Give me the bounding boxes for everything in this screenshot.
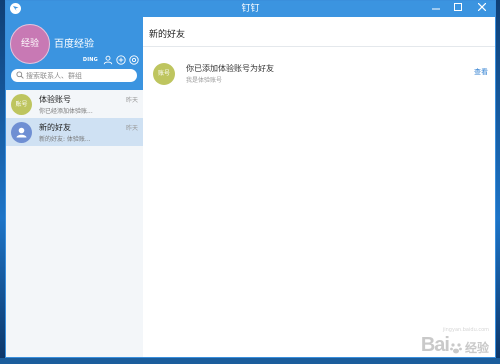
watermark-url: jingyan.baidu.com [442,327,489,333]
desktop-background-right [496,0,500,364]
add-icon[interactable] [116,55,126,65]
conversation-item-new-friends[interactable]: 新的好友 新的好友: 体验账... 昨天 [6,118,143,146]
conversation-preview: 你已经添加体验账... [39,108,93,115]
app-window: 钉钉 经验 百度经验 DING 搜索联系人、群组 账号 体验账号 你已经添加体验… [5,0,496,358]
search-box[interactable] [11,69,137,82]
new-friends-avatar [11,122,32,143]
profile-avatar[interactable]: 经验 [10,24,50,64]
window-title: 钉钉 [241,4,260,14]
title-bar[interactable]: 钉钉 [6,1,495,17]
settings-gear-icon[interactable] [129,55,139,65]
profile-name: 百度经验 [54,39,94,50]
sidebar: 经验 百度经验 DING 搜索联系人、群组 账号 体验账号 你已经添加体验账..… [6,17,144,357]
paw-icon [450,343,462,354]
conversation-name: 体验账号 [39,95,71,104]
search-input[interactable] [26,69,131,82]
watermark-brand: Bai [420,334,450,356]
profile-header: 经验 百度经验 DING [6,17,143,90]
conversation-item-tiyan[interactable]: 账号 体验账号 你已经添加体验账... 昨天 [6,90,143,118]
minimize-icon[interactable] [425,1,447,17]
conversation-avatar: 账号 [11,94,32,115]
conversation-time: 昨天 [125,97,138,104]
quick-actions: DING [83,54,139,66]
ding-button[interactable]: DING [83,57,98,63]
conversation-time: 昨天 [125,125,138,132]
contacts-icon[interactable] [103,55,113,65]
page-title: 新的好友 [149,30,186,40]
close-icon[interactable] [469,1,495,17]
baidu-jingyan-watermark: Bai 经验 jingyan.baidu.com [420,327,489,356]
friend-avatar[interactable]: 账号 [153,63,175,85]
conversation-preview: 新的好友: 体验账... [39,136,91,143]
conversation-name: 新的好友 [39,123,71,132]
main-header: 新的好友 [143,17,495,47]
friend-greeting: 我是体验账号 [186,77,223,84]
view-link[interactable]: 查看 [474,67,488,77]
maximize-icon[interactable] [447,1,469,17]
search-icon [16,71,24,79]
desktop-background-bottom [0,358,500,364]
friend-request-item: 账号 你已添加体验账号为好友 我是体验账号 查看 [143,59,495,87]
person-icon [16,127,27,138]
main-panel: 新的好友 账号 你已添加体验账号为好友 我是体验账号 查看 Bai 经验 jin… [143,17,495,357]
friend-message: 你已添加体验账号为好友 [186,64,274,73]
watermark-cn: 经验 [464,341,489,355]
